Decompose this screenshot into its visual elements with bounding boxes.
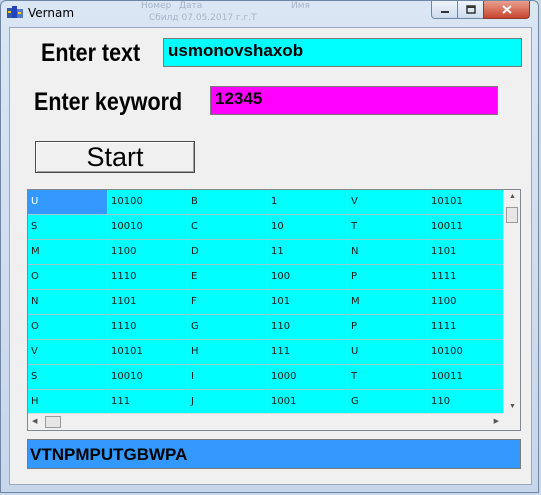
grid-cell[interactable]: D xyxy=(188,240,268,265)
grid-cell[interactable]: T xyxy=(348,365,428,390)
ghost-text: Номер xyxy=(141,1,172,11)
grid-cell[interactable]: V xyxy=(348,190,428,215)
grid-cell[interactable]: V xyxy=(28,340,108,365)
app-icon xyxy=(7,6,23,18)
grid-cell[interactable]: 10100 xyxy=(428,340,508,365)
grid-row[interactable]: O 1110 E 100 P 1111 xyxy=(28,265,508,290)
close-icon xyxy=(501,5,512,14)
grid-cell[interactable]: 100 xyxy=(268,265,348,290)
grid-cell[interactable]: 1000 xyxy=(268,365,348,390)
grid-cell[interactable]: M xyxy=(28,240,108,265)
grid-cell[interactable]: 10011 xyxy=(428,365,508,390)
grid-cell[interactable]: B xyxy=(188,190,268,215)
grid-cell[interactable]: 1100 xyxy=(108,240,188,265)
grid-cell[interactable]: 1111 xyxy=(428,265,508,290)
form-client-area: Enter text usmonovshaxob Enter keyword 1… xyxy=(9,27,532,485)
grid-cell[interactable]: C xyxy=(188,215,268,240)
grid-cell[interactable]: 10101 xyxy=(428,190,508,215)
scroll-left-icon[interactable]: ◀ xyxy=(32,417,37,425)
vertical-scrollbar[interactable]: ▲ ▼ xyxy=(503,190,520,413)
grid-cell[interactable]: 1100 xyxy=(428,290,508,315)
grid-cell[interactable]: P xyxy=(348,315,428,340)
grid-cell[interactable]: 10011 xyxy=(428,215,508,240)
grid-row[interactable]: S 10010 C 10 T 10011 xyxy=(28,215,508,240)
grid-cell[interactable]: 10101 xyxy=(108,340,188,365)
grid-row[interactable]: V 10101 H 111 U 10100 xyxy=(28,340,508,365)
text-input[interactable]: usmonovshaxob xyxy=(163,38,522,67)
grid-cell[interactable]: 1101 xyxy=(108,290,188,315)
grid-cell[interactable]: 111 xyxy=(108,390,188,415)
grid-cell[interactable]: 1101 xyxy=(428,240,508,265)
grid-cell[interactable]: 1 xyxy=(268,190,348,215)
grid-cell[interactable]: 10010 xyxy=(108,365,188,390)
grid-cell[interactable]: O xyxy=(28,315,108,340)
grid-cell[interactable]: F xyxy=(188,290,268,315)
keyword-input[interactable]: 12345 xyxy=(210,86,498,115)
grid-cell[interactable]: E xyxy=(188,265,268,290)
grid-row[interactable]: H 111 J 1001 G 110 xyxy=(28,390,508,415)
grid-cell[interactable]: S xyxy=(28,215,108,240)
grid-cell[interactable]: S xyxy=(28,365,108,390)
grid-cell[interactable]: P xyxy=(348,265,428,290)
grid-row[interactable]: M 1100 D 11 N 1101 xyxy=(28,240,508,265)
enter-text-label: Enter text xyxy=(41,39,141,67)
grid-cell[interactable]: M xyxy=(348,290,428,315)
grid-cell[interactable]: 10 xyxy=(268,215,348,240)
horizontal-scroll-thumb[interactable] xyxy=(45,416,61,428)
grid-cell[interactable]: 11 xyxy=(268,240,348,265)
grid-cells: U 10100 B 1 V 10101 S 10010 C 10 T 10011 M 1100 D 11 N 11… xyxy=(28,190,508,415)
maximize-icon xyxy=(465,5,476,14)
window-title: Vernam xyxy=(28,6,75,20)
scroll-up-icon[interactable]: ▲ xyxy=(509,193,516,200)
grid-cell[interactable]: T xyxy=(348,215,428,240)
maximize-button[interactable] xyxy=(457,1,484,19)
minimize-icon xyxy=(440,10,449,13)
grid-cell[interactable]: O xyxy=(28,265,108,290)
grid-cell[interactable]: J xyxy=(188,390,268,415)
grid-cell[interactable]: 1001 xyxy=(268,390,348,415)
scrollbar-corner xyxy=(503,413,520,430)
title-bar[interactable]: Vernam Номер Дата Имя Сбилд 07.05.2017 г… xyxy=(1,1,538,27)
grid-cell[interactable]: N xyxy=(28,290,108,315)
grid-row[interactable]: O 1110 G 110 P 1111 xyxy=(28,315,508,340)
ghost-text: Дата xyxy=(179,1,203,11)
grid-cell[interactable]: H xyxy=(28,390,108,415)
grid-row[interactable]: N 1101 F 101 M 1100 xyxy=(28,290,508,315)
window: Vernam Номер Дата Имя Сбилд 07.05.2017 г… xyxy=(0,0,539,493)
vertical-scroll-thumb[interactable] xyxy=(506,207,518,223)
grid-row[interactable]: S 10010 I 1000 T 10011 xyxy=(28,365,508,390)
ghost-text: Имя xyxy=(291,1,310,11)
minimize-button[interactable] xyxy=(431,1,458,19)
grid-cell[interactable]: I xyxy=(188,365,268,390)
scroll-right-icon[interactable]: ▶ xyxy=(494,417,499,425)
grid-cell[interactable]: U xyxy=(28,190,108,215)
grid-cell[interactable]: 110 xyxy=(428,390,508,415)
horizontal-scrollbar[interactable]: ◀ ▶ xyxy=(28,413,503,430)
grid-cell[interactable]: 110 xyxy=(268,315,348,340)
grid-cell[interactable]: 1110 xyxy=(108,315,188,340)
grid-row[interactable]: U 10100 B 1 V 10101 xyxy=(28,190,508,215)
grid-cell[interactable]: 101 xyxy=(268,290,348,315)
grid-cell[interactable]: U xyxy=(348,340,428,365)
grid-cell[interactable]: 10010 xyxy=(108,215,188,240)
close-button[interactable] xyxy=(483,1,530,19)
grid-cell[interactable]: N xyxy=(348,240,428,265)
data-grid[interactable]: U 10100 B 1 V 10101 S 10010 C 10 T 10011 M 1100 D 11 N 11… xyxy=(27,189,521,431)
grid-cell[interactable]: 111 xyxy=(268,340,348,365)
result-output[interactable]: VTNPMPUTGBWPA xyxy=(27,439,521,469)
grid-cell[interactable]: G xyxy=(188,315,268,340)
scroll-down-icon[interactable]: ▼ xyxy=(509,403,516,410)
grid-cell[interactable]: 1111 xyxy=(428,315,508,340)
grid-cell[interactable]: 1110 xyxy=(108,265,188,290)
enter-keyword-label: Enter keyword xyxy=(34,88,183,116)
start-button[interactable]: Start xyxy=(35,141,195,173)
grid-cell[interactable]: G xyxy=(348,390,428,415)
grid-cell[interactable]: H xyxy=(188,340,268,365)
ghost-text: Сбилд 07.05.2017 г.г.Т xyxy=(149,13,257,23)
grid-cell[interactable]: 10100 xyxy=(108,190,188,215)
